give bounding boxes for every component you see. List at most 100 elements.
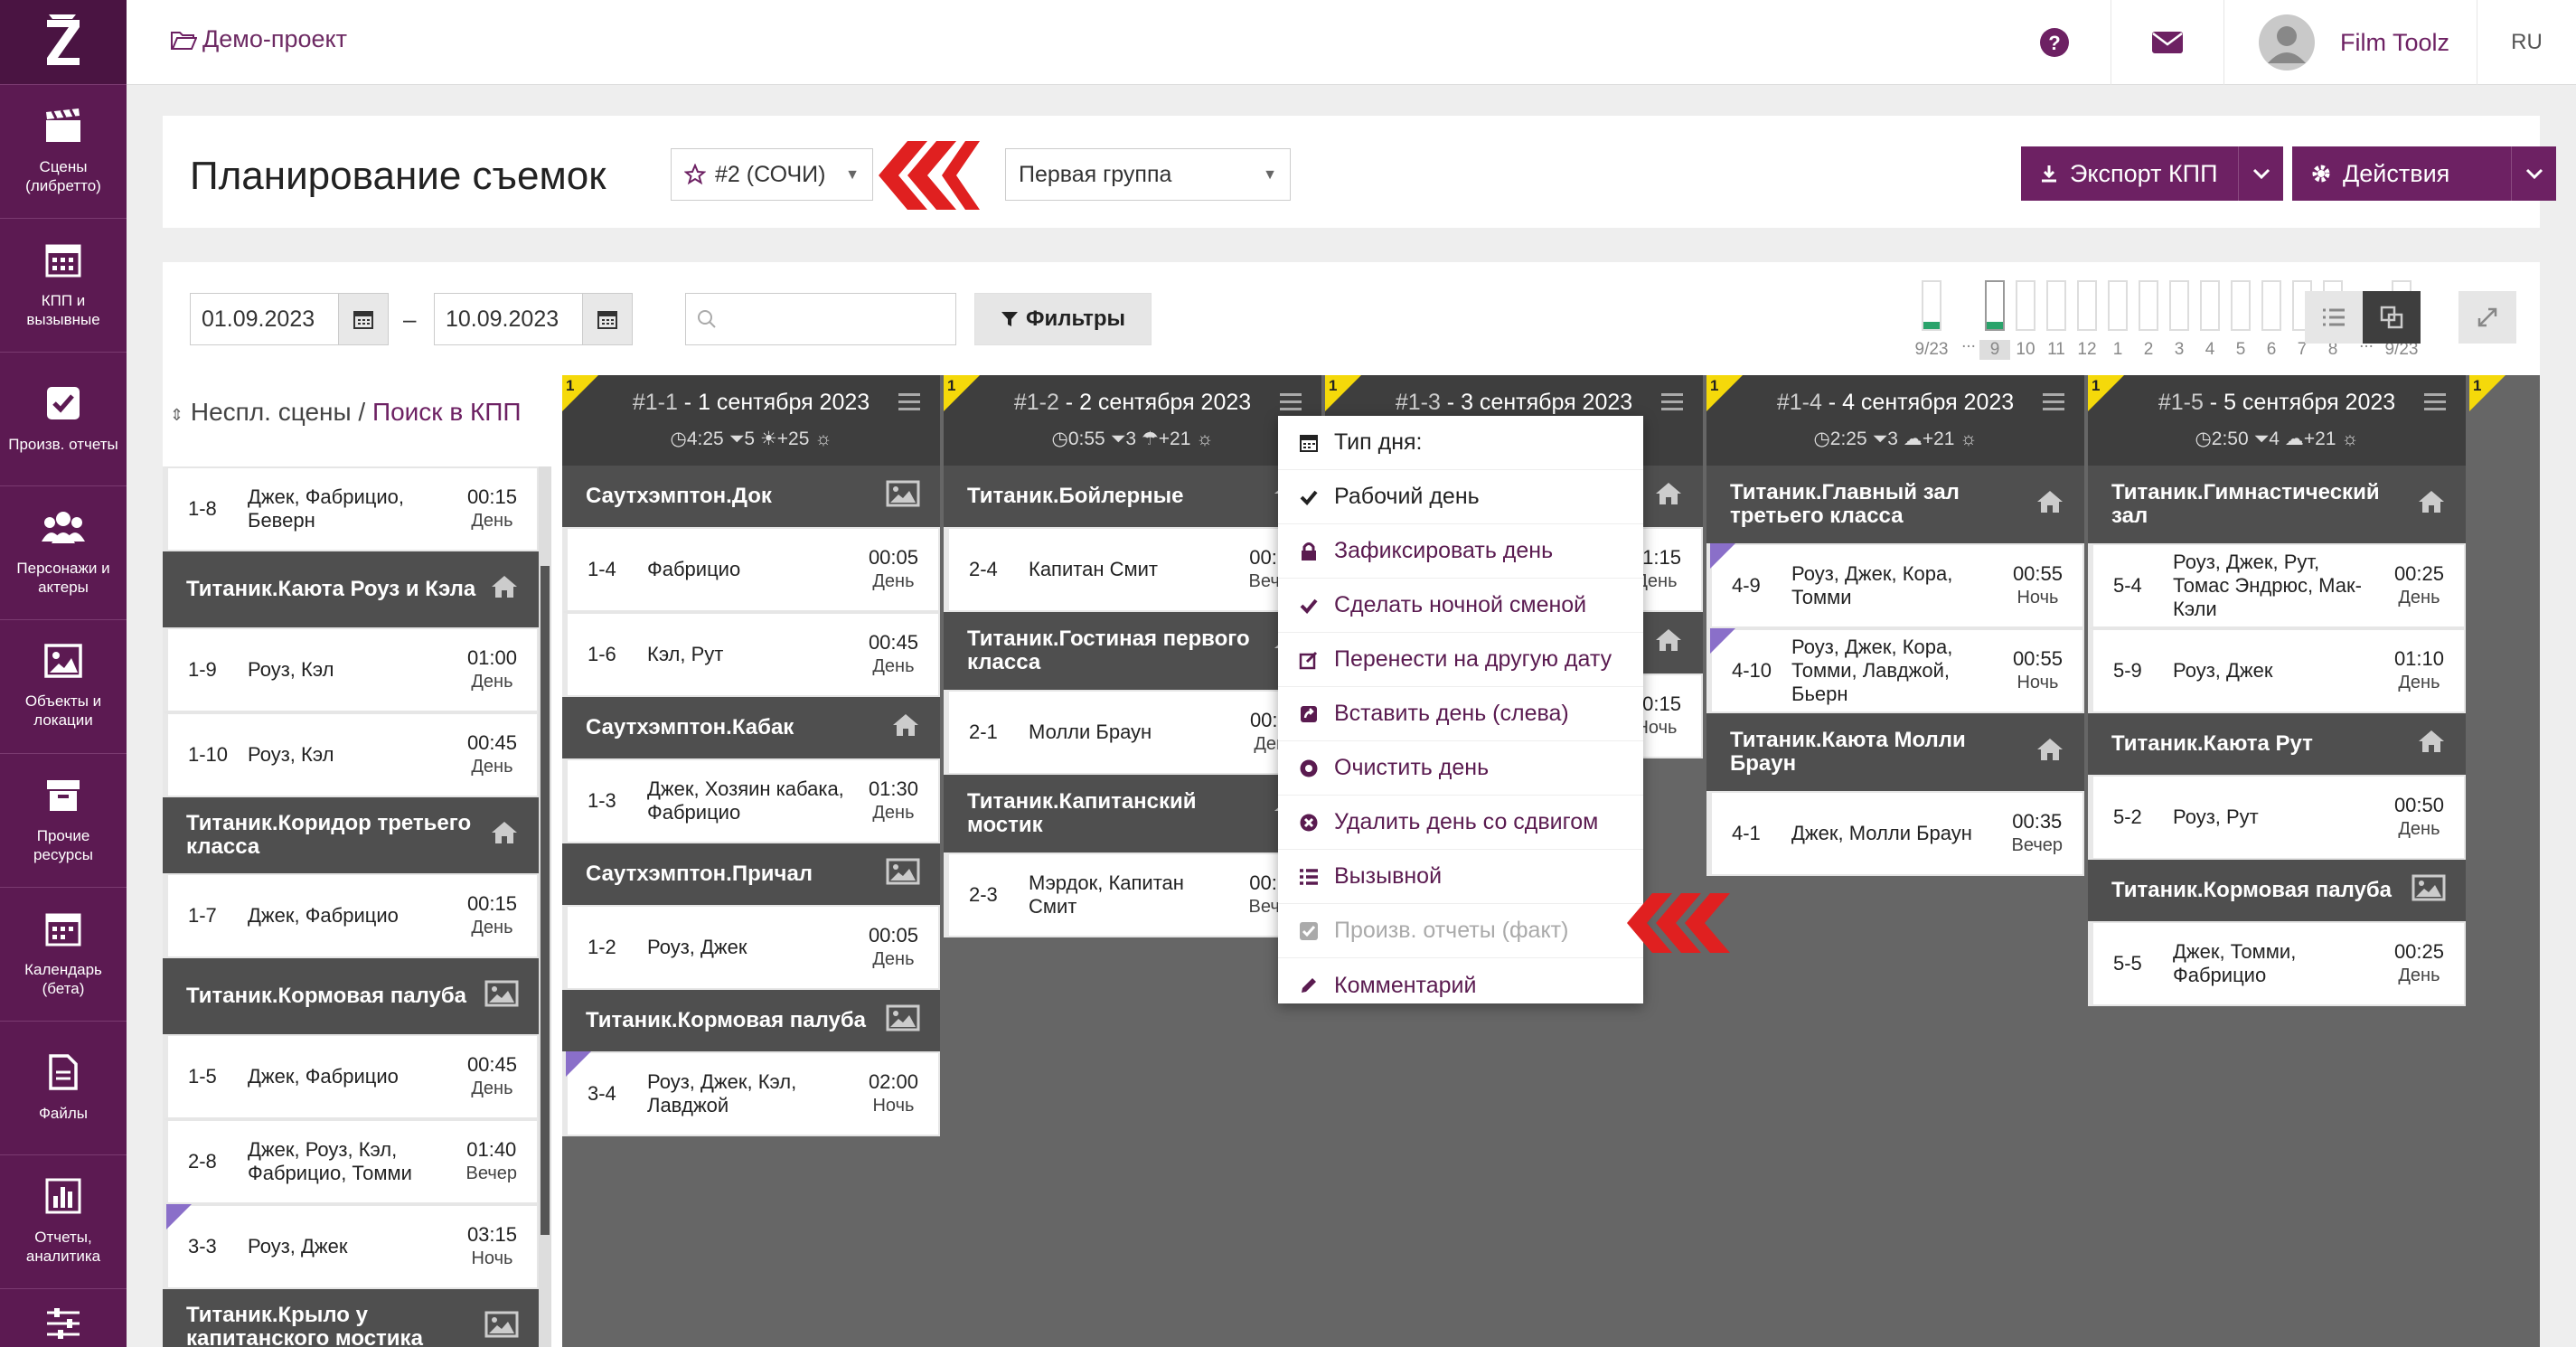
location-header[interactable]: Титаник.Бойлерные — [944, 466, 1321, 527]
day-load-bar[interactable] — [2169, 280, 2189, 331]
scene-card[interactable]: 1-9 Роуз, Кэл 01:00 День — [163, 627, 539, 712]
day-load-bar[interactable] — [2046, 280, 2066, 331]
scene-card[interactable]: 1-6 Кэл, Рут 00:45 День — [562, 612, 940, 697]
location-header[interactable]: Титаник.Кормовая палуба — [562, 990, 940, 1051]
scene-card[interactable]: 4-10 Роуз, Джек, Кора, Томми, Лавджой, Бь… — [1706, 628, 2084, 713]
location-header[interactable]: Титаник.Кормовая палуба — [2088, 860, 2466, 921]
menu-item-clear[interactable]: Очистить день — [1278, 741, 1643, 796]
scene-card[interactable]: 1-7 Джек, Фабрицио 00:15 День — [163, 873, 539, 958]
location-header[interactable]: Саутхэмптон.Причал — [562, 843, 940, 905]
sidebar-item-sliders[interactable] — [0, 1289, 127, 1347]
location-header[interactable]: Саутхэмптон.Кабак — [562, 697, 940, 758]
sidebar-item-calendar-grid[interactable]: КПП и вызывные — [0, 219, 127, 353]
day-header[interactable]: 1 #1-2 - 2 сентября 2023 ◷0:55 ⏷3 ☂+21 ☼ — [944, 375, 1321, 466]
actions-dropdown-button[interactable] — [2511, 146, 2556, 201]
scene-card[interactable]: 3-4 Роуз, Джек, Кэл, Лавджой 02:00 Ночь — [562, 1051, 940, 1136]
actions-button[interactable]: Действия — [2292, 146, 2511, 201]
sidebar-item-calendar[interactable]: Календарь (бета) — [0, 888, 127, 1022]
sidebar-item-clapperboard[interactable]: Сцены (либретто) — [0, 85, 127, 219]
day-load-bar[interactable] — [2200, 280, 2220, 331]
day-load-bar[interactable] — [2016, 280, 2035, 331]
search-input[interactable] — [685, 293, 956, 345]
scene-card[interactable]: 5-9 Роуз, Джек 01:10 День — [2088, 628, 2466, 713]
scene-card[interactable]: 1-8 Джек, Фабрицио, Беверн 00:15 День — [163, 466, 539, 551]
scene-card[interactable]: 2-4 Капитан Смит 00:10 Вечер — [944, 527, 1321, 612]
project-link[interactable]: Демо-проект — [170, 25, 347, 53]
menu-item-check[interactable]: Сделать ночной сменой — [1278, 579, 1643, 633]
board-view-button[interactable] — [2363, 291, 2421, 344]
sidebar-item-image[interactable]: Объекты и локации — [0, 620, 127, 754]
scene-card[interactable]: 2-1 Молли Браун 00:20 День — [944, 690, 1321, 775]
day-menu-icon[interactable] — [2424, 393, 2446, 411]
scene-card[interactable]: 1-10 Роуз, Кэл 00:45 День — [163, 712, 539, 797]
day-menu-icon[interactable] — [1280, 393, 1302, 411]
group-select[interactable]: Первая группа ▼ — [1005, 148, 1291, 201]
search-kpp-link[interactable]: Поиск в КПП — [372, 398, 522, 426]
day-load-bar[interactable] — [2139, 280, 2158, 331]
day-load-bar[interactable] — [1922, 280, 1941, 331]
location-header[interactable]: Титаник.Гимнастический зал — [2088, 466, 2466, 543]
scene-card[interactable]: 4-9 Роуз, Джек, Кора, Томми 00:55 Ночь — [1706, 543, 2084, 628]
day-load-bar[interactable] — [2108, 280, 2128, 331]
scene-card[interactable]: 5-2 Роуз, Рут 00:50 День — [2088, 775, 2466, 860]
scene-card[interactable]: 1-4 Фабрицио 00:05 День — [562, 527, 940, 612]
date-from-input[interactable]: 01.09.2023 — [190, 293, 340, 345]
location-header[interactable]: Титаник.Кормовая палуба — [163, 958, 539, 1034]
sidebar-item-checkbox[interactable]: Произв. отчеты — [0, 353, 127, 486]
date-to-calendar-button[interactable] — [582, 293, 633, 345]
day-menu-icon[interactable] — [1661, 393, 1683, 411]
day-header[interactable]: 1 #1-5 - 5 сентября 2023 ◷2:50 ⏷4 ☁+21 ☼ — [2088, 375, 2466, 466]
date-from-calendar-button[interactable] — [338, 293, 389, 345]
location-header[interactable]: Титаник.Капитанский мостик — [944, 775, 1321, 852]
location-header[interactable]: Титаник.Коридор третьего класса — [163, 797, 539, 873]
fullscreen-button[interactable] — [2458, 291, 2516, 344]
logo[interactable] — [0, 0, 127, 85]
day-header[interactable]: 1 #1-4 - 4 сентября 2023 ◷2:25 ⏷3 ☁+21 ☼ — [1706, 375, 2084, 466]
scene-card[interactable]: 2-3 Мэрдок, Капитан Смит 00:10 Вечер — [944, 852, 1321, 937]
scene-card[interactable]: 5-5 Джек, Томми, Фабрицио 00:25 День — [2088, 921, 2466, 1006]
menu-item-list[interactable]: Вызывной — [1278, 850, 1643, 904]
location-header[interactable]: Титаник.Крыло у капитанского мостика — [163, 1289, 539, 1347]
menu-item-share[interactable]: Вставить день (слева) — [1278, 687, 1643, 741]
location-header[interactable]: Саутхэмптон.Док — [562, 466, 940, 527]
scene-card[interactable]: 5-4 Роуз, Джек, Рут, Томас Эндрюс, Мак-Кэ… — [2088, 543, 2466, 628]
unit-select[interactable]: #2 (СОЧИ) ▼ — [671, 148, 873, 201]
scene-card[interactable]: 1-5 Джек, Фабрицио 00:45 День — [163, 1034, 539, 1119]
scrollbar-thumb[interactable] — [541, 566, 550, 1235]
day-header[interactable]: 1 #1-1 - 1 сентября 2023 ◷4:25 ⏷5 ☀+25 ☼ — [562, 375, 940, 466]
help-button[interactable]: ? — [1998, 0, 2111, 85]
menu-item-remove[interactable]: Удалить день со сдвигом — [1278, 796, 1643, 850]
day-load-bar[interactable] — [2231, 280, 2251, 331]
list-view-button[interactable] — [2305, 291, 2363, 344]
date-to-input[interactable]: 10.09.2023 — [434, 293, 584, 345]
scene-card[interactable]: 4-1 Джек, Молли Браун 00:35 Вечер — [1706, 791, 2084, 876]
location-header[interactable]: Титаник.Главный зал третьего класса — [1706, 466, 2084, 543]
location-header[interactable]: Титаник.Каюта Роуз и Кэла — [163, 551, 539, 627]
scene-card[interactable]: 2-8 Джек, Роуз, Кэл, Фабрицио, Томми 01:40… — [163, 1119, 539, 1204]
scene-card[interactable]: 1-3 Джек, Хозяин кабака, Фабрицио 01:30 Ден… — [562, 758, 940, 843]
menu-item-pencil[interactable]: Комментарий — [1278, 958, 1643, 1013]
menu-item-edit[interactable]: Перенести на другую дату — [1278, 633, 1643, 687]
scrollbar[interactable] — [539, 466, 551, 1347]
mail-button[interactable] — [2111, 0, 2223, 85]
user-menu[interactable]: Film Toolz — [2223, 0, 2477, 85]
language-switch[interactable]: RU — [2477, 0, 2576, 85]
day-load-bar[interactable] — [2077, 280, 2097, 331]
filters-button[interactable]: Фильтры — [974, 293, 1152, 345]
day-menu-icon[interactable] — [898, 393, 920, 411]
day-load-bar[interactable] — [2261, 280, 2281, 331]
location-header[interactable]: Титаник.Гостиная первого класса — [944, 612, 1321, 690]
day-load-bar[interactable] — [1985, 280, 2005, 331]
menu-item-lock[interactable]: Зафиксировать день — [1278, 524, 1643, 579]
sidebar-item-file[interactable]: Файлы — [0, 1022, 127, 1155]
location-header[interactable]: Титаник.Каюта Молли Браун — [1706, 713, 2084, 791]
sidebar-item-people[interactable]: Персонажи и актеры — [0, 486, 127, 620]
menu-item-check[interactable]: Рабочий день — [1278, 470, 1643, 524]
sidebar-item-bar-chart[interactable]: Отчеты, аналитика — [0, 1155, 127, 1289]
location-header[interactable]: Титаник.Каюта Рут — [2088, 713, 2466, 775]
sidebar-item-box[interactable]: Прочие ресурсы — [0, 754, 127, 888]
scene-card[interactable]: 3-3 Роуз, Джек 03:15 Ночь — [163, 1204, 539, 1289]
scene-card[interactable]: 1-2 Роуз, Джек 00:05 День — [562, 905, 940, 990]
export-button[interactable]: Экспорт КПП — [2021, 146, 2238, 201]
day-menu-icon[interactable] — [2043, 393, 2064, 411]
